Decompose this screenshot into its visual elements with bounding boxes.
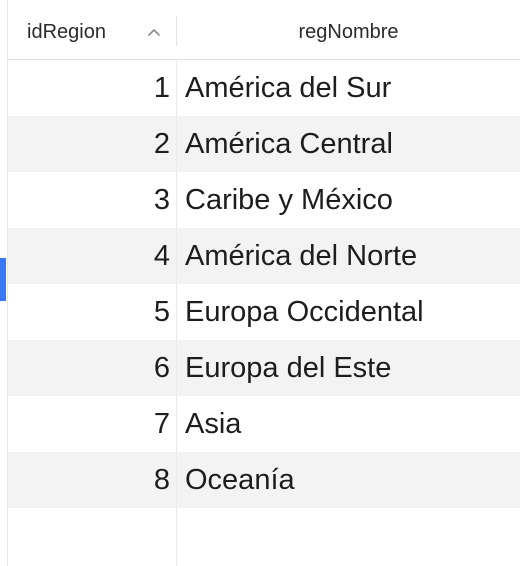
row-selection-gutter xyxy=(0,0,8,566)
table-row[interactable]: 2 América Central xyxy=(8,116,520,172)
cell-idregion[interactable]: 1 xyxy=(8,60,177,116)
cell-regnombre[interactable]: Oceanía xyxy=(185,452,295,508)
cell-idregion[interactable]: 3 xyxy=(8,172,177,228)
table-row[interactable]: 7 Asia xyxy=(8,396,520,452)
table-row[interactable]: 1 América del Sur xyxy=(8,60,520,116)
table-body: 1 América del Sur 2 América Central 3 Ca… xyxy=(8,60,520,508)
cell-idregion[interactable]: 4 xyxy=(8,228,177,284)
table-row[interactable]: 4 América del Norte xyxy=(8,228,520,284)
column-header-label: regNombre xyxy=(298,21,399,43)
table-row[interactable]: 5 Europa Occidental xyxy=(8,284,520,340)
cell-idregion[interactable]: 2 xyxy=(8,116,177,172)
cell-regnombre[interactable]: América del Sur xyxy=(185,60,391,116)
cell-idregion[interactable]: 8 xyxy=(8,452,177,508)
cell-regnombre[interactable]: Europa Occidental xyxy=(185,284,424,340)
column-header-regnombre[interactable]: regNombre xyxy=(177,0,520,59)
cell-idregion[interactable]: 7 xyxy=(8,396,177,452)
table-row[interactable]: 8 Oceanía xyxy=(8,452,520,508)
cell-regnombre[interactable]: América del Norte xyxy=(185,228,417,284)
cell-regnombre[interactable]: Caribe y México xyxy=(185,172,393,228)
column-header-label: idRegion xyxy=(27,21,106,43)
results-table: idRegion regNombre 1 América del Sur 2 A… xyxy=(8,0,520,566)
selected-row-indicator xyxy=(0,258,6,301)
chevron-up-icon[interactable] xyxy=(146,24,162,40)
cell-regnombre[interactable]: Europa del Este xyxy=(185,340,391,396)
cell-regnombre[interactable]: América Central xyxy=(185,116,393,172)
table-row[interactable]: 6 Europa del Este xyxy=(8,340,520,396)
cell-idregion[interactable]: 6 xyxy=(8,340,177,396)
table-empty-area xyxy=(8,508,520,566)
column-header-idregion[interactable]: idRegion xyxy=(8,16,177,46)
table-header: idRegion regNombre xyxy=(8,0,520,60)
cell-idregion[interactable]: 5 xyxy=(8,284,177,340)
column-divider xyxy=(176,508,177,566)
cell-regnombre[interactable]: Asia xyxy=(185,396,241,452)
table-row[interactable]: 3 Caribe y México xyxy=(8,172,520,228)
